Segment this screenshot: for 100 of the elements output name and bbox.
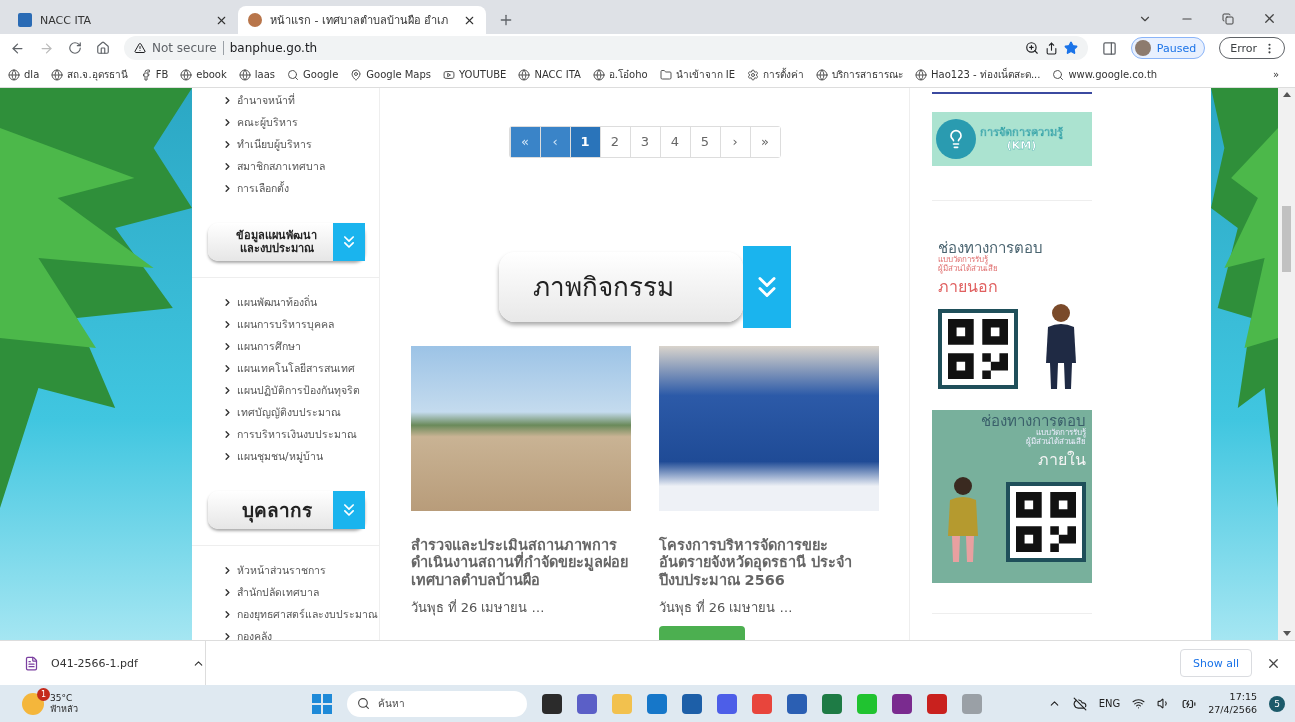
side-panel-icon[interactable] [1101, 40, 1117, 56]
chevron-icon [222, 297, 233, 308]
show-all-button[interactable]: Show all [1179, 649, 1252, 677]
home-icon[interactable] [96, 41, 110, 55]
bookmark-icon [51, 68, 64, 81]
bookmark-icon [659, 68, 672, 81]
double-chevron-icon [333, 491, 365, 529]
bookmark-icon [915, 68, 928, 81]
reload-icon[interactable] [68, 41, 82, 55]
app-icon[interactable] [787, 693, 807, 714]
sidebar-link[interactable]: อำนาจหน้าที่ [222, 92, 380, 109]
bookmark[interactable]: laas [238, 68, 276, 81]
card-title[interactable]: สำรวจและประเมินสถานภาพการดำเนินงานสถานที่กำจัดขยะมูลฝอย เทศบาลตำบลบ้านผือ [410, 536, 631, 589]
sidebar-link[interactable]: แผนเทคโนโลยีสารสนเทศ [222, 360, 380, 377]
sidebar-link[interactable]: กองยุทธศาสตร์และงบประมาณ [222, 606, 380, 623]
new-tab-icon[interactable] [498, 12, 514, 28]
bookmark[interactable]: อ.โอ๋oho [592, 67, 648, 82]
bookmark[interactable]: dla [8, 68, 40, 81]
sidebar-link[interactable]: แผนชุมชน/หมู่บ้าน [222, 448, 380, 465]
restore-icon[interactable] [1222, 12, 1234, 25]
bookmark[interactable]: Google Maps [350, 68, 432, 81]
chevron-icon [222, 139, 233, 150]
bookmark-icon [518, 68, 531, 81]
url-text: banphue.go.th [229, 41, 318, 55]
bookmark-icon [350, 68, 363, 81]
browser-tab[interactable]: NACC ITA [8, 6, 238, 34]
cloud-icon[interactable] [1072, 696, 1087, 711]
bookmark[interactable]: นำเข้าจาก IE [659, 67, 736, 82]
close-icon[interactable] [1262, 11, 1277, 26]
bookmark[interactable]: Google [287, 68, 339, 81]
sidebar-link[interactable]: เทศบัญญัติงบประมาณ [222, 404, 380, 421]
bookmark[interactable]: NACC ITA [518, 68, 581, 81]
sidebar-link[interactable]: แผนพัฒนาท้องถิ่น [222, 294, 380, 311]
weather-icon[interactable] [22, 692, 44, 715]
language-indicator[interactable]: ENG [1098, 698, 1121, 709]
start-icon[interactable] [312, 693, 332, 714]
bookmark-icon [747, 68, 760, 81]
sidebar-link[interactable]: การบริหารเงินงบประมาณ [222, 426, 380, 443]
avatar-icon [1134, 40, 1151, 56]
bookmark-icon [1052, 68, 1065, 81]
scrollbar[interactable] [1278, 88, 1295, 640]
search-field[interactable]: ค้นหา [347, 690, 527, 717]
error-button[interactable]: Error [1219, 37, 1285, 59]
bookmark[interactable]: Hao123 - ท่องเน็ตสะด... [915, 67, 1041, 82]
more-bookmarks-button[interactable]: » [1272, 69, 1287, 80]
chevron-icon [222, 587, 233, 598]
security-label: Not secure [152, 41, 224, 55]
wifi-icon[interactable] [1132, 697, 1146, 710]
notification-badge[interactable]: 5 [1269, 695, 1285, 712]
star-icon[interactable] [1063, 41, 1078, 55]
favicon-icon [248, 13, 262, 27]
sidebar-link[interactable]: คณะผู้บริหาร [222, 114, 380, 131]
bookmark-icon [443, 68, 456, 81]
sidebar-link[interactable]: แผนปฏิบัติการป้องกันทุจริต [222, 382, 380, 399]
sidebar-link[interactable]: แผนการบริหารบุคคล [222, 316, 380, 333]
bookmark[interactable]: YOUTUBE [443, 68, 507, 81]
sidebar-link[interactable]: หัวหน้าส่วนราชการ [222, 562, 380, 579]
zoom-icon[interactable] [1024, 41, 1039, 55]
bookmark[interactable]: สถ.จ.อุดรธานี [51, 67, 128, 82]
address-bar[interactable]: Not secure banphue.go.th [124, 36, 1088, 60]
chevron-icon [222, 161, 233, 172]
double-chevron-icon [742, 245, 791, 328]
back-icon[interactable] [10, 40, 25, 56]
qr-code-icon [948, 318, 1008, 379]
chevron-icon [222, 341, 233, 352]
bookmark[interactable]: การตั้งค่า [747, 67, 805, 82]
bookmark-icon [8, 68, 20, 81]
chevron-icon [222, 363, 233, 374]
bookmark[interactable]: บริการสาธารณะ [816, 67, 904, 82]
double-chevron-icon [333, 223, 365, 261]
sidebar-link[interactable]: สำนักปลัดเทศบาล [222, 584, 380, 601]
qr-code-icon [1016, 491, 1076, 552]
sidebar-link[interactable]: สมาชิกสภาเทศบาล [222, 158, 380, 175]
app-icon[interactable] [892, 693, 912, 714]
app-icon[interactable] [542, 693, 562, 714]
sidebar-link[interactable]: กองคลัง [222, 628, 380, 640]
sidebar-link[interactable]: ทำเนียบผู้บริหาร [222, 136, 380, 153]
clock[interactable]: 17:15 27/4/2566 [1208, 691, 1257, 716]
bookmark[interactable]: ebook [180, 68, 227, 81]
page-link[interactable]: » [749, 127, 780, 157]
bookmark-icon [238, 68, 251, 81]
share-icon[interactable] [1044, 41, 1058, 55]
sidebar-link[interactable]: การเลือกตั้ง [222, 180, 380, 197]
chevron-icon [222, 609, 233, 620]
weather-text: ฟ้าหลัว [50, 703, 78, 715]
bookmark[interactable]: FB [139, 68, 169, 81]
card-date: วันพุธ ที่ 26 เมษายน … [658, 598, 794, 618]
sidebar-link[interactable]: แผนการศึกษา [222, 338, 380, 355]
app-icon[interactable] [682, 693, 702, 714]
card-title[interactable]: โครงการบริหารจัดการขยะอันตรายจังหวัดอุดรธานี ประจำปีงบประมาณ 2566 [658, 536, 879, 589]
bookmark[interactable]: www.google.co.th [1052, 68, 1158, 81]
chevron-icon [222, 117, 233, 128]
profile-button[interactable]: Paused [1130, 37, 1206, 59]
browser-tab[interactable]: หน้าแรก - เทศบาลตำบลบ้านผือ อำเภ [238, 6, 486, 34]
chevron-icon [222, 183, 233, 194]
search-icon [357, 697, 370, 710]
card-date: วันพุธ ที่ 26 เมษายน … [410, 598, 546, 618]
page-link[interactable]: 1 [569, 127, 600, 157]
bookmark-icon [180, 68, 193, 81]
section-header: บุคลากร [208, 491, 365, 529]
